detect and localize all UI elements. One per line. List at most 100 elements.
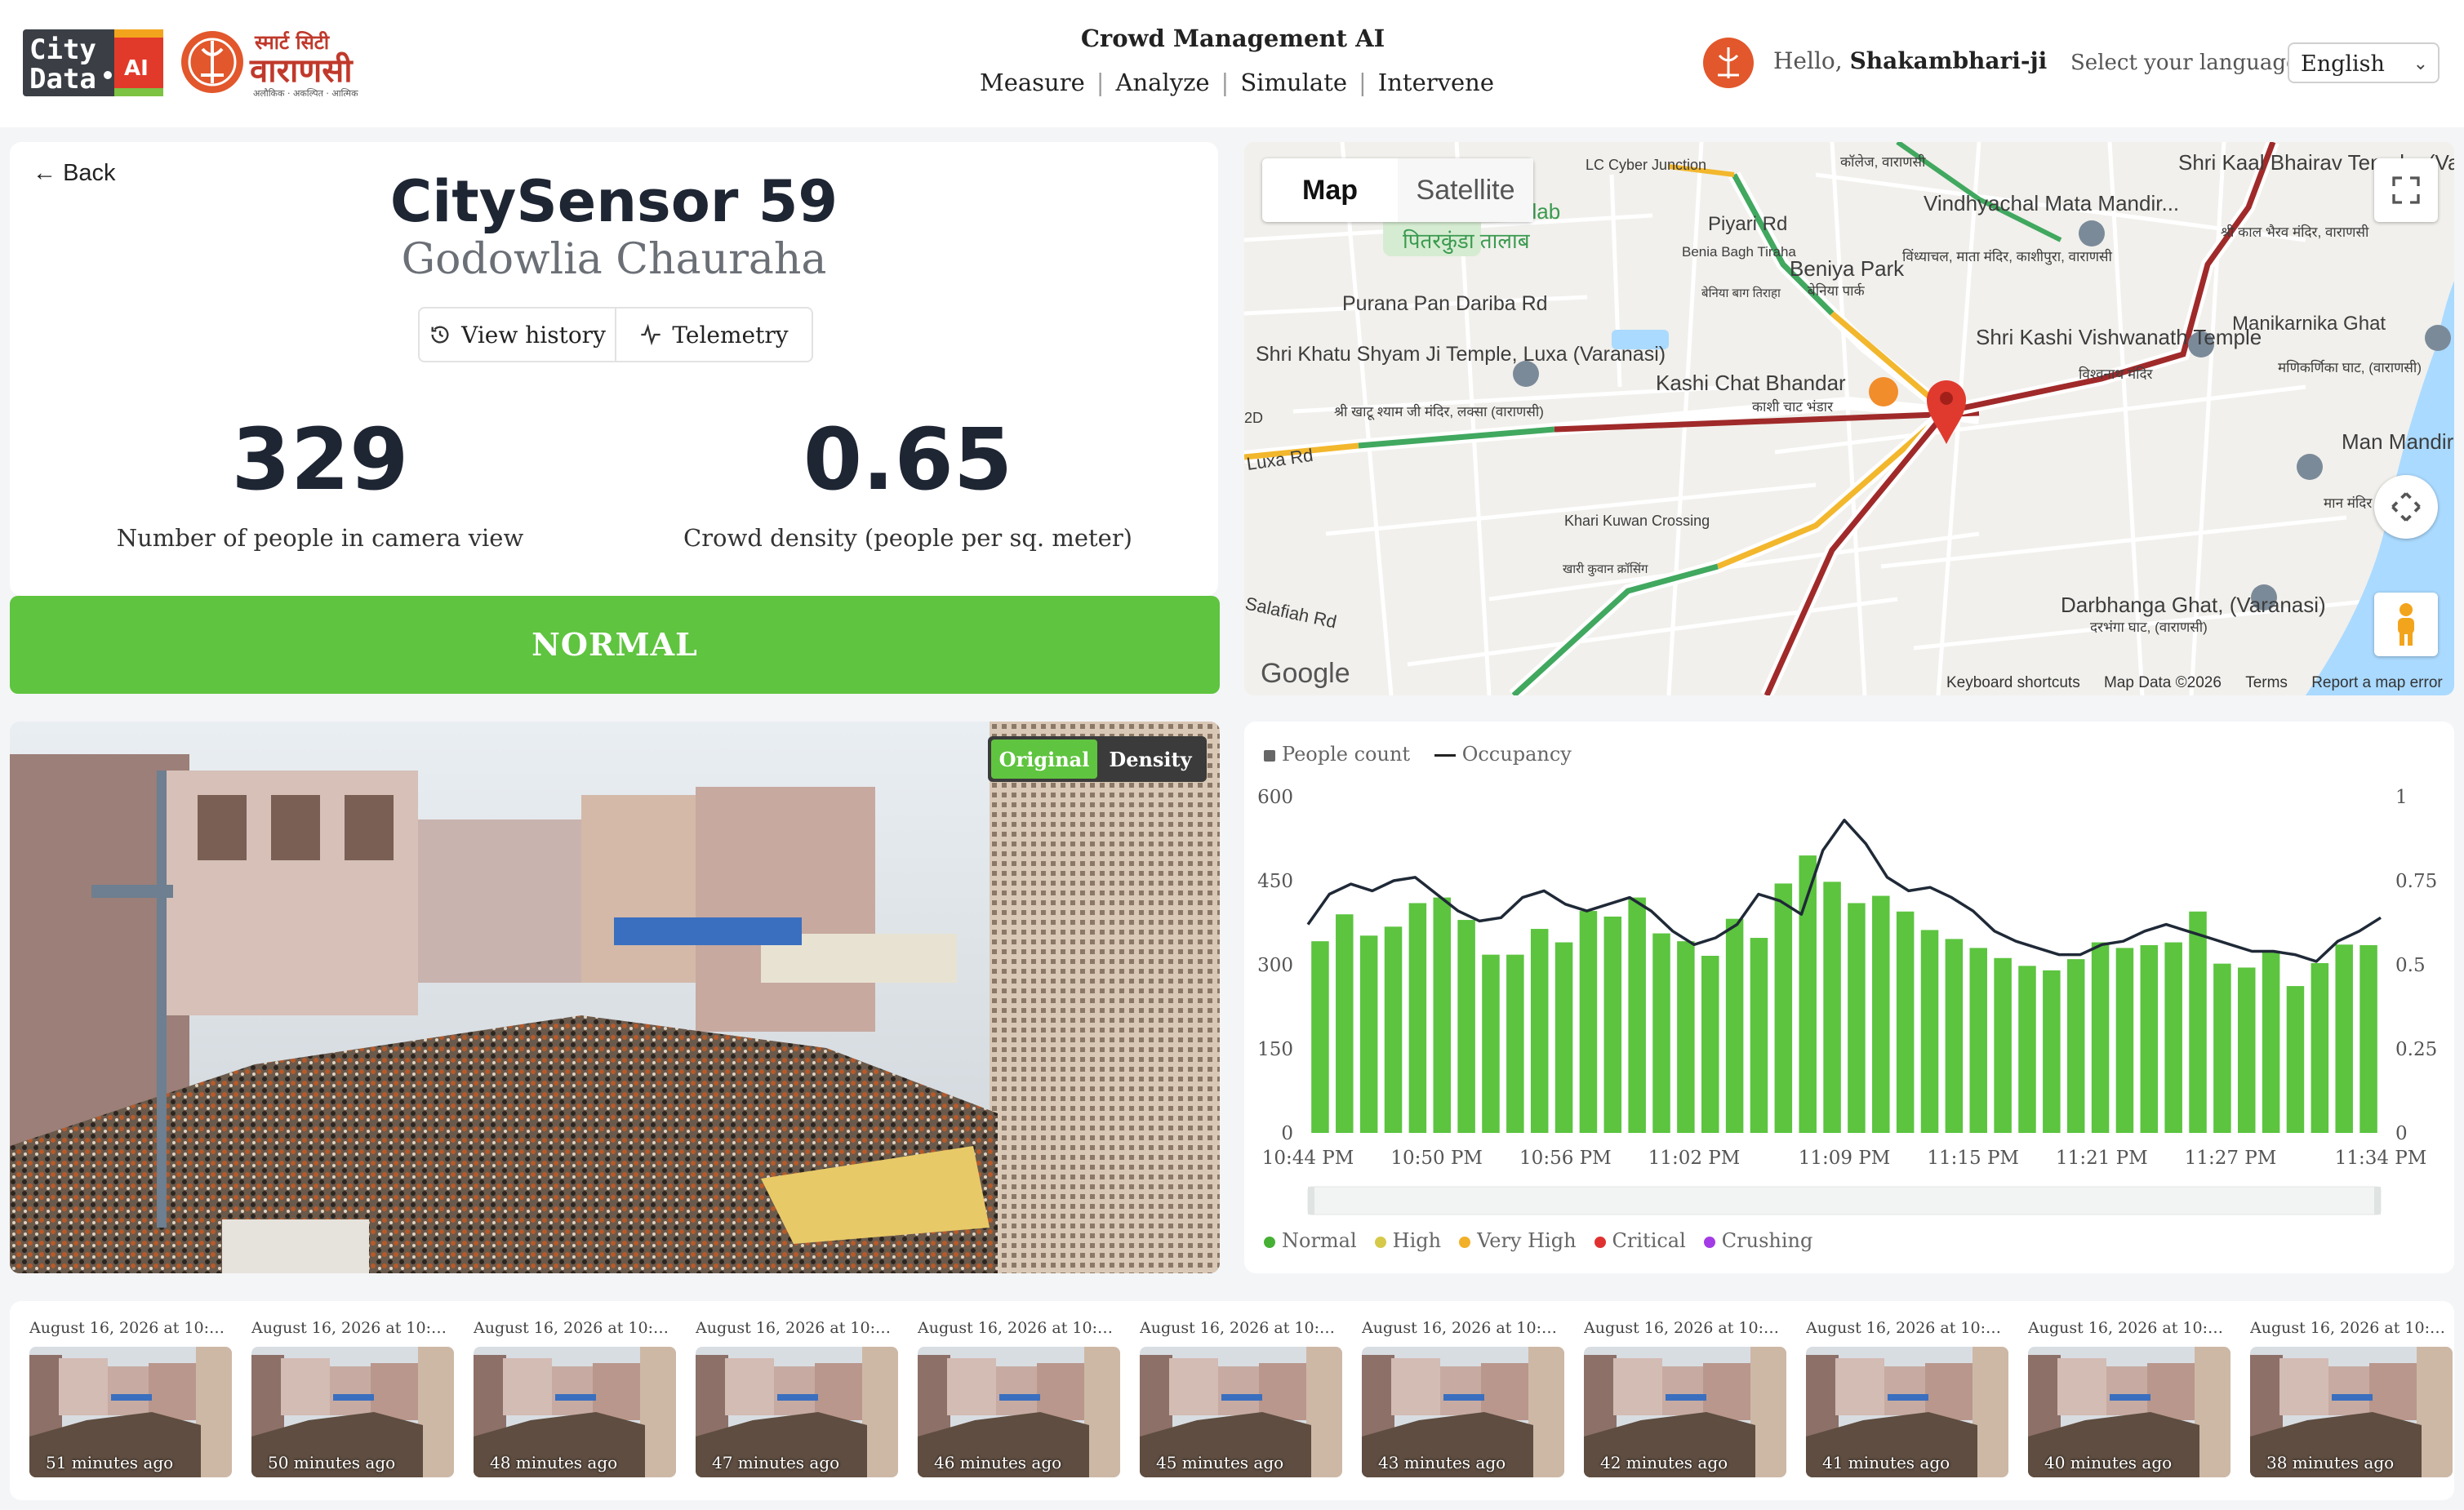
- chart-bar[interactable]: [1530, 929, 1549, 1133]
- history-thumbnail[interactable]: August 16, 2026 at 10:52:5... 41 minutes …: [1786, 1301, 2008, 1500]
- chart-bar[interactable]: [1311, 941, 1329, 1133]
- y-tick-right: 0.25: [2395, 1039, 2437, 1060]
- satellite-mode-button[interactable]: Satellite: [1398, 158, 1533, 222]
- citydata-logo[interactable]: City Data AI: [23, 29, 163, 96]
- nav-simulate[interactable]: Simulate: [1240, 69, 1347, 96]
- user-avatar[interactable]: [1703, 38, 1754, 88]
- history-thumbnail[interactable]: August 16, 2026 at 10:55:3... 38 minutes …: [2230, 1301, 2453, 1500]
- legend-level-critical[interactable]: Critical: [1594, 1229, 1686, 1252]
- view-history-button[interactable]: View history: [420, 309, 615, 361]
- main-nav: Measure | Analyze | Simulate | Intervene: [980, 69, 1494, 96]
- chart-bar[interactable]: [1823, 882, 1841, 1133]
- history-thumbnail[interactable]: August 16, 2026 at 10:46:4... 47 minutes …: [676, 1301, 898, 1500]
- chart-bar[interactable]: [2311, 962, 2329, 1133]
- nav-analyze[interactable]: Analyze: [1116, 69, 1210, 96]
- chart-bar[interactable]: [1969, 948, 1988, 1133]
- chart-bar[interactable]: [2043, 970, 2061, 1133]
- square-icon: [1264, 749, 1275, 762]
- history-thumbnail[interactable]: August 16, 2026 at 10:50:3... 43 minutes …: [1342, 1301, 1564, 1500]
- y-tick-right: 0.5: [2395, 955, 2426, 976]
- x-tick-label: 11:02 PM: [1648, 1148, 1741, 1169]
- history-thumbnail[interactable]: August 16, 2026 at 10:48:0... 46 minutes …: [898, 1301, 1120, 1500]
- chart-bar[interactable]: [2164, 942, 2182, 1133]
- chart-bar[interactable]: [1872, 895, 1890, 1133]
- history-thumbnail[interactable]: August 16, 2026 at 10:45:2... 48 minutes …: [454, 1301, 676, 1500]
- chart-bar[interactable]: [2066, 959, 2085, 1133]
- chart-bar[interactable]: [1701, 956, 1719, 1133]
- map-pan-control[interactable]: [2374, 475, 2438, 539]
- chart-bar[interactable]: [1579, 911, 1598, 1133]
- street-view-pegman[interactable]: [2374, 593, 2438, 656]
- history-thumbnail[interactable]: August 16, 2026 at 10:54:15... 40 minutes…: [2008, 1301, 2230, 1500]
- chart-bar[interactable]: [1896, 911, 1915, 1133]
- chart-bar[interactable]: [1457, 920, 1475, 1133]
- thumbnail-relative-time: 41 minutes ago: [1822, 1453, 1950, 1472]
- chart-bar[interactable]: [1920, 930, 1939, 1133]
- chart-bar[interactable]: [1628, 897, 1646, 1133]
- telemetry-button[interactable]: Telemetry: [615, 309, 812, 361]
- chart-bar[interactable]: [1750, 938, 1768, 1133]
- chart-bar[interactable]: [2115, 948, 2134, 1133]
- map-label-kashi-chat-bhandar: Kashi Chat Bhandar: [1656, 371, 1846, 395]
- chart-bar[interactable]: [1725, 918, 1744, 1133]
- chart-bar[interactable]: [1433, 897, 1452, 1133]
- chart-bar[interactable]: [2018, 966, 2036, 1133]
- language-select[interactable]: English ⌄: [2288, 42, 2440, 83]
- crowd-chart[interactable]: 0 150 300 450 600 0 0.25 0.5 0.75 1 10:44 PM 10:50 …: [1244, 722, 2454, 1273]
- original-mode-button[interactable]: Original: [991, 739, 1097, 779]
- legend-level-normal[interactable]: Normal: [1264, 1229, 1357, 1252]
- chart-bar[interactable]: [1994, 957, 2012, 1133]
- legend-level-very-high[interactable]: Very High: [1459, 1229, 1577, 1252]
- map-label-kaal-bhairav-hi: श्री काल भैरव मंदिर, वाराणसी: [2221, 224, 2369, 240]
- fullscreen-button[interactable]: [2374, 158, 2438, 222]
- chart-bar[interactable]: [2091, 942, 2110, 1133]
- chart-bar[interactable]: [1652, 933, 1670, 1133]
- chart-bar[interactable]: [1603, 916, 1622, 1133]
- terms-link[interactable]: Terms: [2245, 674, 2288, 691]
- map-label-vindhyachal-hi: विंध्याचल, माता मंदिर, काशीपुरा, वाराणसी: [1902, 248, 2113, 265]
- chart-bar[interactable]: [2237, 967, 2256, 1133]
- range-handle-left[interactable]: [1308, 1187, 1314, 1215]
- chart-bar[interactable]: [1408, 903, 1427, 1133]
- map-view[interactable]: LC Cyber Junction Piyari Rd Benia Bagh T…: [1244, 142, 2454, 695]
- range-handle-right[interactable]: [2374, 1187, 2381, 1215]
- map-label-darbhanga-hi: दरभंगा घाट, (वाराणसी): [2090, 619, 2208, 635]
- chart-bar[interactable]: [1848, 903, 1866, 1133]
- chart-range-slider[interactable]: [1307, 1186, 2382, 1215]
- chart-bar[interactable]: [2359, 944, 2377, 1133]
- smart-city-varanasi-logo[interactable]: स्मार्ट सिटी वाराणसी अलौकिक · अकल्पित · …: [178, 24, 390, 101]
- logo-text-data: Data: [29, 63, 96, 95]
- chart-bar[interactable]: [2335, 944, 2353, 1133]
- history-thumbnail[interactable]: August 16, 2026 at 10:43:0... 51 minutes …: [10, 1301, 232, 1500]
- chart-bar[interactable]: [2140, 944, 2159, 1133]
- chart-bar[interactable]: [1359, 935, 1378, 1133]
- nav-intervene[interactable]: Intervene: [1378, 69, 1494, 96]
- thumbnail-timestamp: August 16, 2026 at 10:44:1...: [251, 1319, 454, 1337]
- chart-bar[interactable]: [1774, 883, 1793, 1133]
- map-label-khatu-shyam-hi: श्री खाटू श्याम जी मंदिर, लक्सा (वाराणसी…: [1334, 403, 1544, 420]
- history-thumbnail[interactable]: August 16, 2026 at 10:44:1... 50 minutes …: [232, 1301, 454, 1500]
- move-icon: [2391, 492, 2421, 522]
- chart-bar[interactable]: [1506, 954, 1524, 1133]
- legend-level-crushing[interactable]: Crushing: [1703, 1229, 1812, 1252]
- chart-bar[interactable]: [2262, 952, 2280, 1133]
- history-thumbnail[interactable]: August 16, 2026 at 10:51:46... 42 minutes…: [1564, 1301, 1786, 1500]
- legend-level-high[interactable]: High: [1374, 1229, 1441, 1252]
- chart-bar[interactable]: [2189, 911, 2207, 1133]
- map-mode-button[interactable]: Map: [1262, 158, 1398, 222]
- chart-bar[interactable]: [1945, 939, 1964, 1133]
- chart-bar[interactable]: [1554, 942, 1573, 1133]
- legend-people-count[interactable]: People count: [1264, 743, 1410, 766]
- chart-bar[interactable]: [1482, 954, 1500, 1133]
- keyboard-shortcuts-link[interactable]: Keyboard shortcuts: [1946, 674, 2080, 691]
- chart-bar[interactable]: [1677, 941, 1695, 1133]
- density-mode-button[interactable]: Density: [1097, 739, 1203, 779]
- history-thumbnail[interactable]: August 16, 2026 at 10:49:1... 45 minutes …: [1120, 1301, 1342, 1500]
- report-map-error-link[interactable]: Report a map error: [2311, 674, 2443, 691]
- nav-measure[interactable]: Measure: [980, 69, 1085, 96]
- chart-bar[interactable]: [1336, 914, 1354, 1133]
- chart-bar[interactable]: [1384, 926, 1403, 1133]
- chart-bar[interactable]: [2286, 986, 2305, 1133]
- legend-occupancy[interactable]: Occupancy: [1434, 743, 1572, 766]
- chart-bar[interactable]: [2213, 963, 2231, 1133]
